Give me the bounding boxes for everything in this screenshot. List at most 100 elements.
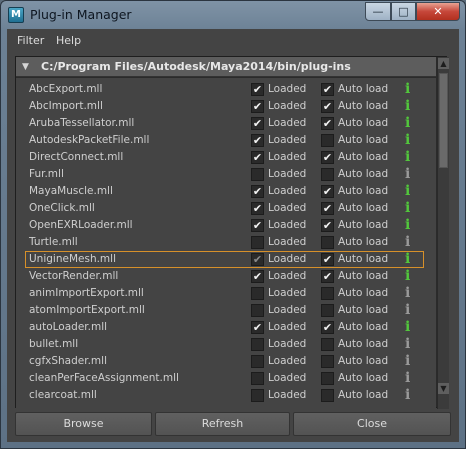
loaded-checkbox[interactable]: ✔ [251,83,264,96]
menu-help[interactable]: Help [56,34,81,47]
auto-load-checkbox[interactable] [321,372,334,385]
info-icon[interactable]: i [405,234,410,250]
loaded-checkbox[interactable] [251,236,264,249]
loaded-checkbox[interactable]: ✔ [251,100,264,113]
info-icon[interactable]: i [405,166,410,182]
loaded-checkbox[interactable]: ✔ [251,202,264,215]
auto-load-checkbox[interactable] [321,304,334,317]
info-icon[interactable]: i [405,251,410,267]
plugin-row[interactable]: OpenEXRLoader.mll ✔ Loaded ✔ Auto load i [16,217,436,234]
scroll-down-arrow-icon[interactable]: ▼ [438,383,449,394]
vertical-scrollbar[interactable]: ▲ ▼ [437,57,449,409]
info-icon[interactable]: i [405,132,410,148]
info-icon[interactable]: i [405,268,410,284]
auto-load-checkbox[interactable] [321,389,334,402]
info-icon[interactable]: i [405,319,410,335]
close-window-button[interactable]: ✕ [416,2,460,21]
refresh-button[interactable]: Refresh [155,412,290,436]
info-icon[interactable]: i [405,217,410,233]
info-icon[interactable]: i [405,302,410,318]
minimize-button[interactable]: — [365,2,391,21]
plugin-row[interactable]: Fur.mll Loaded Auto load i [16,166,436,183]
menu-filter[interactable]: Filter [17,34,44,47]
auto-load-checkbox[interactable] [321,355,334,368]
loaded-label: Loaded [268,185,307,197]
auto-load-checkbox[interactable] [321,287,334,300]
plugin-folder-path: C:/Program Files/Autodesk/Maya2014/bin/p… [41,60,351,73]
auto-load-label: Auto load [338,270,389,282]
plugin-row[interactable]: AbcExport.mll ✔ Loaded ✔ Auto load i [16,81,436,98]
loaded-checkbox[interactable] [251,389,264,402]
close-button[interactable]: Close [293,412,451,436]
info-icon[interactable]: i [405,183,410,199]
loaded-checkbox[interactable]: ✔ [251,151,264,164]
plugin-row[interactable]: UnigineMesh.mll ✔ Loaded ✔ Auto load i [25,251,424,268]
auto-load-checkbox[interactable]: ✔ [321,117,334,130]
plugin-row[interactable]: AutodeskPacketFile.mll ✔ Loaded Auto load i [16,132,436,149]
scrollbar-thumb[interactable] [439,73,448,168]
loaded-checkbox[interactable]: ✔ [251,253,264,266]
loaded-checkbox[interactable] [251,372,264,385]
auto-load-checkbox[interactable]: ✔ [321,151,334,164]
loaded-checkbox[interactable]: ✔ [251,134,264,147]
title-bar[interactable]: M Plug-in Manager — □ ✕ [1,1,465,29]
auto-load-checkbox[interactable] [321,338,334,351]
plugin-row[interactable]: atomImportExport.mll Loaded Auto load i [16,302,436,319]
auto-load-checkbox[interactable] [321,134,334,147]
plugin-folder-header[interactable]: ▼ C:/Program Files/Autodesk/Maya2014/bin… [16,57,436,77]
info-icon[interactable]: i [405,98,410,114]
plugin-row[interactable]: autoLoader.mll ✔ Loaded ✔ Auto load i [16,319,436,336]
loaded-checkbox[interactable] [251,168,264,181]
plugin-row[interactable]: cleanPerFaceAssignment.mll Loaded Auto loa… [16,370,436,387]
info-icon[interactable]: i [405,370,410,386]
plugin-row[interactable]: clearcoat.mll Loaded Auto load i [16,387,436,404]
plugin-row[interactable]: MayaMuscle.mll ✔ Loaded ✔ Auto load i [16,183,436,200]
auto-load-checkbox[interactable]: ✔ [321,270,334,283]
browse-button[interactable]: Browse [15,412,152,436]
loaded-checkbox[interactable] [251,338,264,351]
plugin-row[interactable]: DirectConnect.mll ✔ Loaded ✔ Auto load i [16,149,436,166]
loaded-checkbox[interactable] [251,355,264,368]
auto-load-checkbox[interactable]: ✔ [321,202,334,215]
auto-load-checkbox[interactable]: ✔ [321,253,334,266]
auto-load-label: Auto load [338,355,389,367]
loaded-checkbox[interactable]: ✔ [251,270,264,283]
auto-load-checkbox[interactable] [321,236,334,249]
plugin-row[interactable]: cgfxShader.mll Loaded Auto load i [16,353,436,370]
maximize-button[interactable]: □ [391,2,416,21]
plugin-row[interactable]: ArubaTessellator.mll ✔ Loaded ✔ Auto load i [16,115,436,132]
info-icon[interactable]: i [405,81,410,97]
auto-load-checkbox[interactable]: ✔ [321,219,334,232]
plugin-row[interactable]: Turtle.mll Loaded Auto load i [16,234,436,251]
loaded-checkbox[interactable] [251,287,264,300]
auto-load-checkbox[interactable] [321,168,334,181]
loaded-checkbox[interactable]: ✔ [251,117,264,130]
info-icon[interactable]: i [405,285,410,301]
auto-load-label: Auto load [338,117,389,129]
plugin-row[interactable]: bullet.mll Loaded Auto load i [16,336,436,353]
plugin-row[interactable]: VectorRender.mll ✔ Loaded ✔ Auto load i [16,268,436,285]
info-icon[interactable]: i [405,115,410,131]
plugin-row[interactable]: AbcImport.mll ✔ Loaded ✔ Auto load i [16,98,436,115]
auto-load-checkbox[interactable]: ✔ [321,100,334,113]
plugin-name: AbcImport.mll [29,100,103,112]
info-icon[interactable]: i [405,200,410,216]
auto-load-checkbox[interactable]: ✔ [321,185,334,198]
loaded-checkbox[interactable]: ✔ [251,219,264,232]
loaded-label: Loaded [268,304,307,316]
plugin-row[interactable]: OneClick.mll ✔ Loaded ✔ Auto load i [16,200,436,217]
info-icon[interactable]: i [405,353,410,369]
loaded-checkbox[interactable] [251,304,264,317]
plugin-row[interactable]: animImportExport.mll Loaded Auto load i [16,285,436,302]
plugin-name: UnigineMesh.mll [29,253,116,265]
loaded-label: Loaded [268,253,307,265]
scroll-up-arrow-icon[interactable]: ▲ [438,58,449,69]
info-icon[interactable]: i [405,387,410,403]
loaded-checkbox[interactable]: ✔ [251,185,264,198]
auto-load-checkbox[interactable]: ✔ [321,321,334,334]
auto-load-checkbox[interactable]: ✔ [321,83,334,96]
info-icon[interactable]: i [405,149,410,165]
info-icon[interactable]: i [405,336,410,352]
loaded-checkbox[interactable]: ✔ [251,321,264,334]
collapse-arrow-icon[interactable]: ▼ [22,62,29,72]
